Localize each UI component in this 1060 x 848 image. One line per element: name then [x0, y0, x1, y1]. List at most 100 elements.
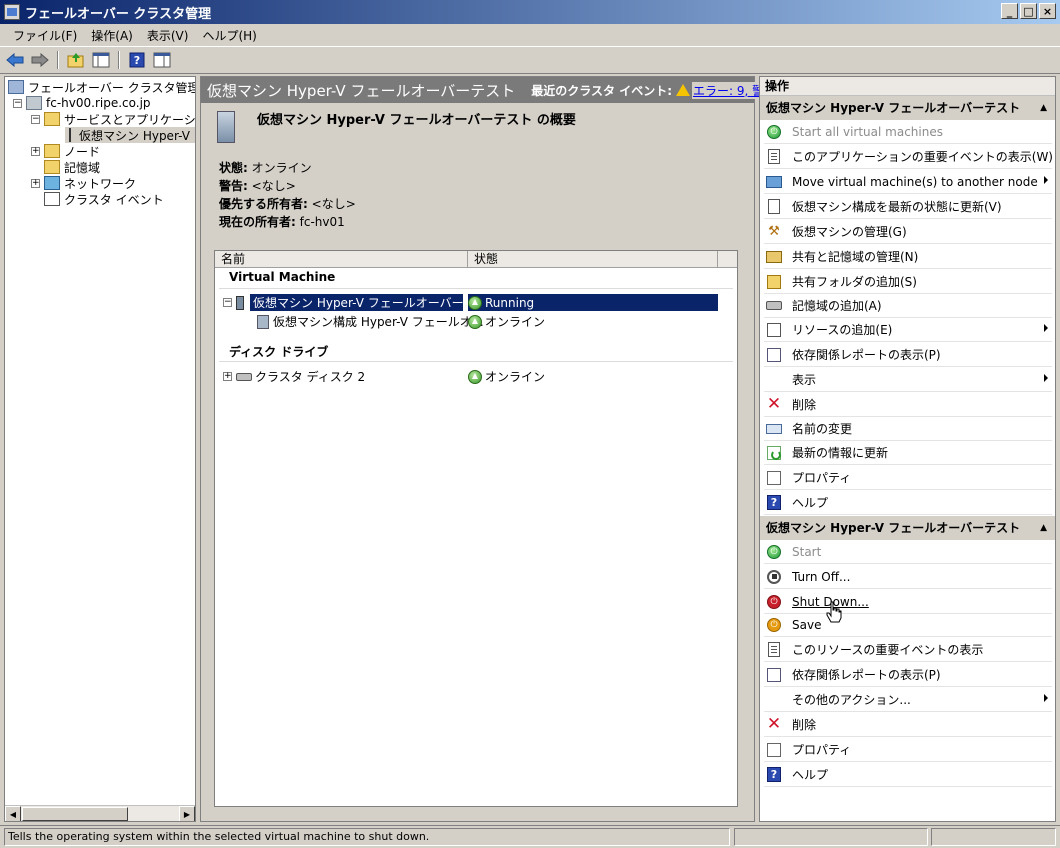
- tree-item-network[interactable]: + ネットワーク: [31, 175, 136, 191]
- row-status-text: オンライン: [485, 315, 546, 329]
- action-resource-properties[interactable]: プロパティ: [764, 738, 1052, 762]
- action-properties[interactable]: プロパティ: [764, 466, 1052, 490]
- show-hide-tree-button[interactable]: [90, 49, 112, 71]
- menu-help[interactable]: ヘルプ(H): [195, 27, 263, 44]
- tree-item-events[interactable]: クラスタ イベント: [44, 191, 164, 207]
- action-add-storage[interactable]: 記憶域の追加(A): [764, 294, 1052, 318]
- share-icon: [766, 250, 782, 263]
- action-show-resource-events[interactable]: このリソースの重要イベントの表示: [764, 638, 1052, 662]
- scroll-right-icon[interactable]: ▶: [179, 806, 195, 821]
- row-status[interactable]: オンライン: [468, 313, 545, 330]
- action-manage-vm[interactable]: ⚒ 仮想マシンの管理(G): [764, 220, 1052, 244]
- group-header-disk-drive[interactable]: ディスク ドライブ: [229, 343, 328, 360]
- results-pane: 仮想マシン Hyper-V フェールオーバーテスト 最近のクラスタ イベント: …: [200, 76, 801, 822]
- warning-icon: [676, 84, 691, 96]
- status-text: Tells the operating system within the se…: [4, 828, 730, 846]
- tree-item-services-label: サービスとアプリケーション: [64, 112, 196, 127]
- close-button[interactable]: ×: [1039, 3, 1056, 19]
- table-row[interactable]: − 仮想マシン Hyper-V フェールオーバーテスト: [223, 294, 463, 311]
- network-icon: [44, 176, 60, 190]
- collapse-icon[interactable]: −: [223, 298, 232, 307]
- prop-current-owner-label: 現在の所有者:: [219, 215, 296, 229]
- scroll-thumb[interactable]: [22, 807, 128, 821]
- console-tree-icon: [92, 52, 110, 68]
- row-status[interactable]: Running: [468, 294, 718, 311]
- tree-item-cluster[interactable]: − fc-hv00.ripe.co.jp: [13, 95, 151, 111]
- row-status[interactable]: オンライン: [468, 368, 545, 385]
- action-start-all-vms[interactable]: ⏻ Start all virtual machines: [764, 120, 1052, 144]
- forward-button[interactable]: [29, 49, 51, 71]
- virtual-machine-icon: [236, 295, 244, 310]
- action-shut-down[interactable]: ⏻ Shut Down...: [764, 590, 1052, 614]
- action-resource-help[interactable]: ? ヘルプ: [764, 763, 1052, 787]
- power-icon: ⏻: [767, 124, 781, 139]
- actions-section-vm-resource[interactable]: 仮想マシン Hyper-V フェールオーバーテスト ▲: [760, 516, 1055, 540]
- expand-icon[interactable]: +: [31, 178, 40, 188]
- action-rename[interactable]: 名前の変更: [764, 417, 1052, 441]
- action-refresh-vm-config[interactable]: 仮想マシン構成を最新の状態に更新(V): [764, 195, 1052, 219]
- actions-section-application[interactable]: 仮想マシン Hyper-V フェールオーバーテスト ▲: [760, 96, 1055, 120]
- menu-view[interactable]: 表示(V): [140, 27, 196, 44]
- tree-root[interactable]: フェールオーバー クラスタ管理: [8, 79, 195, 95]
- menu-file[interactable]: ファイル(F): [6, 27, 84, 44]
- collapse-up-icon[interactable]: ▲: [1040, 516, 1047, 540]
- action-manage-share-storage[interactable]: 共有と記憶域の管理(N): [764, 245, 1052, 269]
- section-title: 仮想マシン Hyper-V フェールオーバーテスト: [766, 101, 1021, 115]
- action-dependency-report[interactable]: 依存関係レポートの表示(P): [764, 343, 1052, 367]
- table-row[interactable]: + クラスタ ディスク 2: [223, 368, 365, 385]
- action-move-vm[interactable]: Move virtual machine(s) to another node: [764, 170, 1052, 194]
- tree-item-storage[interactable]: 記憶域: [44, 159, 100, 175]
- action-help[interactable]: ? ヘルプ: [764, 491, 1052, 515]
- prop-status-value: オンライン: [251, 161, 312, 175]
- tree-item-nodes[interactable]: + ノード: [31, 143, 100, 159]
- column-status[interactable]: 状態: [468, 251, 718, 268]
- collapse-icon[interactable]: −: [13, 98, 22, 108]
- minimize-button[interactable]: _: [1001, 3, 1018, 19]
- help-button[interactable]: ?: [126, 49, 148, 71]
- actions-title: 操作: [760, 77, 1055, 96]
- back-button[interactable]: [4, 49, 26, 71]
- maximize-button[interactable]: □: [1020, 3, 1037, 19]
- tree-item-services[interactable]: − サービスとアプリケーション: [31, 111, 196, 127]
- action-start[interactable]: ⏻ Start: [764, 540, 1052, 564]
- expand-icon[interactable]: +: [31, 146, 40, 156]
- action-resource-delete[interactable]: ✕ 削除: [764, 713, 1052, 737]
- prop-current-owner: 現在の所有者: fc-hv01: [219, 213, 345, 230]
- group-header-virtual-machine[interactable]: Virtual Machine: [229, 270, 335, 284]
- tree-item-network-label: ネットワーク: [64, 176, 137, 191]
- action-resource-dependency-report[interactable]: 依存関係レポートの表示(P): [764, 663, 1052, 687]
- collapse-icon[interactable]: −: [31, 114, 40, 124]
- add-folder-icon: [767, 274, 781, 289]
- power-icon: ⏻: [767, 544, 781, 559]
- tree-item-vm[interactable]: 仮想マシン Hyper-V フェールオーバーテスト: [65, 127, 195, 143]
- row-name: クラスタ ディスク 2: [255, 370, 366, 384]
- scroll-left-icon[interactable]: ◀: [5, 806, 21, 821]
- up-folder-button[interactable]: [65, 49, 87, 71]
- action-refresh[interactable]: 最新の情報に更新: [764, 441, 1052, 465]
- action-show-critical-events[interactable]: このアプリケーションの重要イベントの表示(W): [764, 145, 1053, 169]
- column-name[interactable]: 名前: [215, 251, 468, 268]
- tree-item-cluster-label: fc-hv00.ripe.co.jp: [46, 96, 151, 110]
- report-icon: [767, 667, 781, 682]
- prop-status: 状態: オンライン: [219, 159, 312, 176]
- action-delete[interactable]: ✕ 削除: [764, 393, 1052, 417]
- tree-horizontal-scrollbar[interactable]: ◀ ▶: [5, 805, 195, 821]
- resources-grid: 名前 状態 Virtual Machine − 仮想マシン Hyper-V フェ…: [214, 250, 738, 807]
- folder-icon: [44, 112, 60, 126]
- action-turn-off[interactable]: Turn Off...: [764, 565, 1052, 589]
- menu-action[interactable]: 操作(A): [84, 27, 140, 44]
- action-add-resource[interactable]: リソースの追加(E): [764, 318, 1052, 342]
- online-icon: [468, 314, 482, 329]
- expand-icon[interactable]: +: [223, 372, 232, 381]
- help-icon: ?: [767, 767, 781, 782]
- prop-status-label: 状態:: [219, 161, 248, 175]
- action-more-actions[interactable]: その他のアクション...: [764, 688, 1052, 712]
- collapse-up-icon[interactable]: ▲: [1040, 96, 1047, 120]
- action-save[interactable]: ⏻ Save: [764, 613, 1052, 637]
- table-row[interactable]: 仮想マシン構成 Hyper-V フェールオ…: [257, 313, 484, 330]
- show-hide-action-pane-button[interactable]: [151, 49, 173, 71]
- back-arrow-icon: [6, 53, 24, 67]
- action-view[interactable]: 表示: [764, 368, 1052, 392]
- cluster-manager-icon: [8, 80, 24, 94]
- action-add-shared-folder[interactable]: 共有フォルダの追加(S): [764, 270, 1052, 294]
